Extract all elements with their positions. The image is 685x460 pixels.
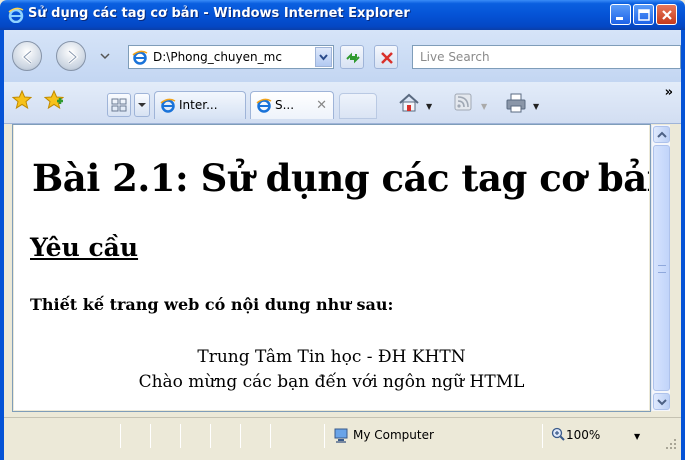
scroll-down-button[interactable]	[653, 393, 670, 410]
status-separator	[324, 424, 325, 448]
address-text: D:\Phong_chuyen_mc	[153, 50, 282, 64]
status-separator	[120, 424, 121, 448]
security-zone-text: My Computer	[353, 428, 434, 442]
maximize-button[interactable]	[633, 4, 654, 25]
stop-button[interactable]	[374, 45, 398, 69]
chevron-up-icon	[657, 131, 667, 138]
scroll-up-button[interactable]	[653, 126, 670, 143]
chevron-down-icon	[138, 103, 146, 107]
stop-icon	[381, 52, 393, 64]
home-icon[interactable]	[397, 91, 421, 115]
window-frame-right	[681, 30, 685, 460]
scroll-thumb[interactable]	[653, 145, 670, 391]
tab-list-button[interactable]	[134, 93, 150, 117]
ie-icon	[8, 7, 24, 23]
refresh-button[interactable]	[340, 45, 364, 69]
tab-label: S...	[275, 98, 295, 112]
tab-label: Inter...	[179, 98, 218, 112]
window-title: Sử dụng các tag cơ bản - Windows Interne…	[28, 6, 410, 21]
favorites-star-icon[interactable]	[12, 90, 32, 110]
center-line-1: Trung Tâm Tin học - ĐH KHTN	[197, 347, 466, 367]
search-input[interactable]: Live Search	[412, 45, 681, 69]
tab-toolbar: Inter... S... ✕ ▼ ▼ ▼ »	[4, 82, 681, 124]
tab-internet[interactable]: Inter...	[154, 91, 246, 119]
status-bar: My Computer 100% ▼	[4, 417, 681, 456]
instruction-text: Thiết kế trang web có nội dung như sau:	[30, 295, 394, 314]
vertical-scrollbar[interactable]	[651, 125, 670, 411]
web-page-content: Bài 2.1: Sử dụng các tag cơ bản Yêu cầu …	[14, 125, 649, 410]
forward-button[interactable]	[56, 41, 86, 71]
section-heading: Yêu cầu	[30, 233, 139, 262]
recent-pages-dropdown-icon[interactable]	[100, 52, 110, 60]
close-tab-icon[interactable]: ✕	[316, 98, 327, 113]
back-button[interactable]	[12, 41, 42, 71]
minimize-button[interactable]	[610, 4, 631, 25]
feeds-dropdown-icon[interactable]: ▼	[481, 102, 487, 111]
computer-zone-icon	[334, 428, 348, 443]
search-placeholder: Live Search	[420, 50, 490, 64]
page-title: Bài 2.1: Sử dụng các tag cơ bản	[32, 156, 649, 200]
forward-arrow-icon	[68, 49, 79, 65]
resize-grip-icon[interactable]	[665, 438, 677, 450]
maximize-icon	[638, 9, 650, 21]
close-icon	[662, 10, 672, 20]
status-separator	[270, 424, 271, 448]
chevron-down-icon	[657, 399, 667, 406]
title-bar[interactable]: Sử dụng các tag cơ bản - Windows Interne…	[0, 0, 685, 30]
new-tab-button[interactable]	[339, 93, 377, 119]
zoom-dropdown-icon[interactable]: ▼	[634, 432, 640, 441]
status-separator	[180, 424, 181, 448]
feeds-icon[interactable]	[452, 91, 474, 113]
home-dropdown-icon[interactable]: ▼	[426, 102, 432, 111]
zoom-icon[interactable]	[551, 427, 565, 441]
scroll-grip	[658, 265, 666, 273]
refresh-icon	[346, 52, 360, 64]
address-toolbar: D:\Phong_chuyen_mc Live Search	[4, 30, 681, 82]
tab-current[interactable]: S... ✕	[250, 91, 334, 119]
status-separator	[210, 424, 211, 448]
address-dropdown-button[interactable]	[315, 47, 332, 67]
more-commands-icon[interactable]: »	[665, 85, 673, 100]
status-separator	[150, 424, 151, 448]
center-line-2: Chào mừng các bạn đến với ngôn ngữ HTML	[138, 372, 525, 392]
add-favorites-icon[interactable]	[44, 90, 64, 110]
address-bar[interactable]: D:\Phong_chuyen_mc	[128, 45, 334, 69]
ie-tab-icon	[160, 98, 176, 113]
chevron-down-icon	[319, 54, 328, 61]
quick-tabs-button[interactable]	[107, 93, 131, 117]
minimize-icon	[616, 17, 623, 20]
print-dropdown-icon[interactable]: ▼	[533, 102, 539, 111]
back-arrow-icon	[21, 49, 32, 65]
status-separator	[240, 424, 241, 448]
quick-tabs-icon	[111, 98, 127, 112]
print-icon[interactable]	[504, 91, 528, 115]
status-separator	[542, 424, 543, 448]
ie-page-icon	[132, 50, 148, 65]
zoom-level[interactable]: 100%	[566, 428, 600, 442]
close-button[interactable]	[656, 4, 677, 25]
ie-tab-icon	[256, 98, 272, 113]
